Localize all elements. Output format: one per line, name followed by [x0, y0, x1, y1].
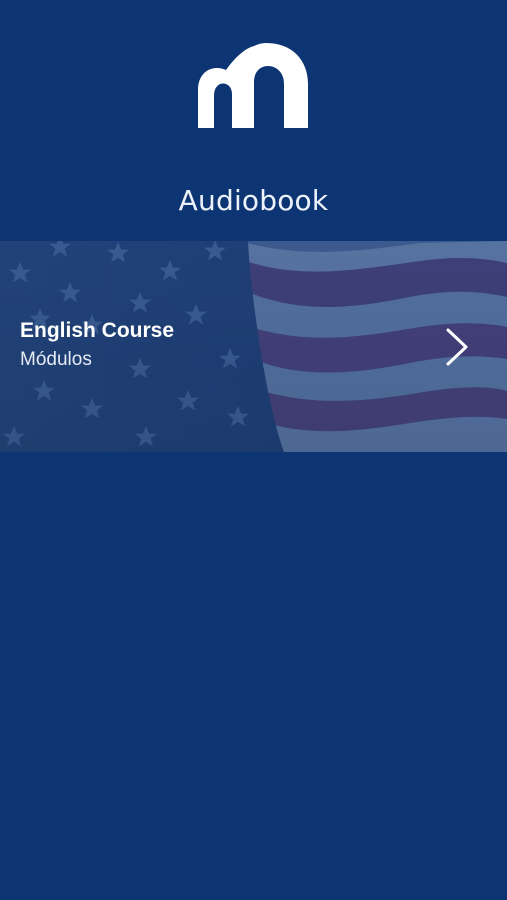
course-card-english[interactable]: English Course Módulos	[0, 241, 507, 452]
course-text: English Course Módulos	[20, 319, 174, 371]
chevron-right-icon[interactable]	[440, 327, 472, 367]
page-title: Audiobook	[178, 184, 329, 217]
course-title: English Course	[20, 319, 175, 342]
course-subtitle: Módulos	[20, 349, 92, 370]
brand-logo-icon	[198, 43, 308, 128]
